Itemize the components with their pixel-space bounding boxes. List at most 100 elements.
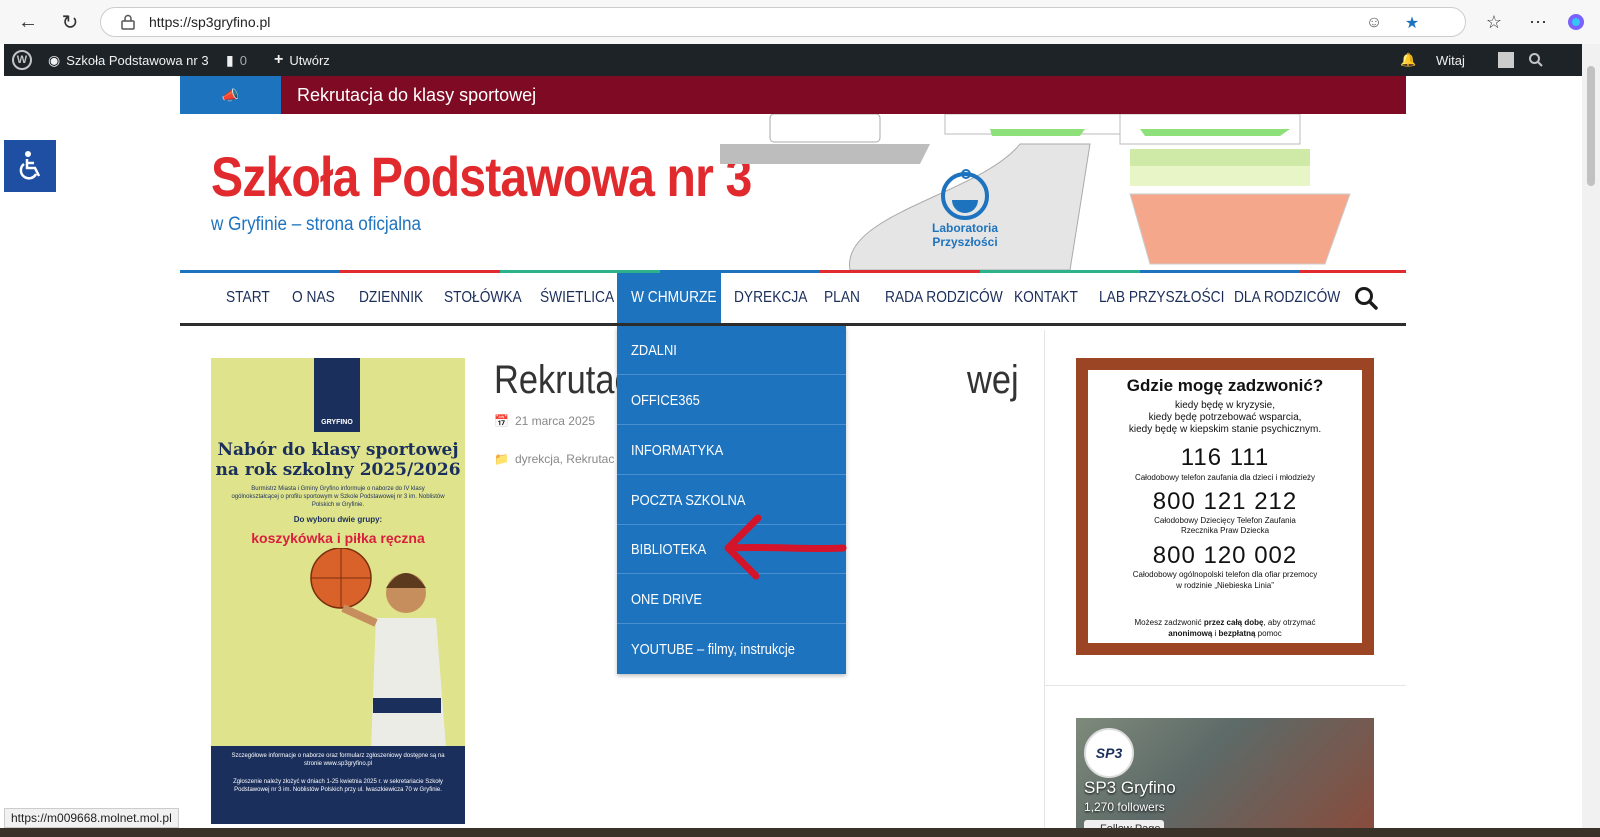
dropdown-item-informatyka[interactable]: INFORMATYKA	[617, 426, 846, 475]
reload-icon[interactable]: ↻	[56, 8, 84, 36]
helpline-footer-1: Możesz zadzwonić przez całą dobę, aby ot…	[1134, 618, 1316, 627]
dashboard-icon: ◉	[48, 51, 61, 68]
favorites-list-icon[interactable]: ☆	[1480, 8, 1508, 36]
poster-deadline: Zgłoszenie należy złożyć w dniach 1-25 k…	[233, 779, 443, 793]
main-navigation: START O NAS DZIENNIK STOŁÓWKA ŚWIETLICA …	[180, 270, 1406, 326]
nav-o-nas[interactable]: O NAS	[292, 273, 342, 323]
folder-icon: 📁	[494, 452, 509, 466]
os-taskbar	[0, 828, 1600, 837]
helpline-desc-2a: Całodobowy Dziecięcy Telefon Zaufania	[1154, 516, 1296, 525]
widget-divider	[1044, 685, 1406, 686]
account-menu[interactable]: Witaj	[1436, 44, 1465, 76]
nav-kontakt[interactable]: KONTAKT	[1014, 273, 1088, 323]
greeting-label: Witaj	[1436, 52, 1465, 68]
post-date: 📅 21 marca 2025	[494, 414, 595, 428]
facebook-widget[interactable]: SP3 SP3 Gryfino 1,270 followers Follow P…	[1076, 718, 1374, 837]
nav-start[interactable]: START	[226, 273, 277, 323]
helpline-number-1: 116 111	[1180, 444, 1270, 471]
facebook-followers: 1,270 followers	[1084, 800, 1165, 814]
comments-count: 0	[239, 52, 247, 68]
w-chmurze-dropdown: ZDALNI OFFICE365 INFORMATYKA POCZTA SZKO…	[617, 326, 846, 674]
nav-swietlica[interactable]: ŚWIETLICA	[540, 273, 626, 323]
helpline-number-2: 800 121 212	[1152, 488, 1298, 515]
helpline-footer-2: anonimową i bezpłatną pomoc	[1168, 629, 1282, 638]
lab-label-line1: Laboratoria	[932, 221, 998, 235]
nav-dziennik[interactable]: DZIENNIK	[359, 273, 434, 323]
gryfino-badge: GRYFINO	[314, 358, 360, 432]
red-arrow-annotation	[724, 514, 847, 580]
lock-icon	[121, 14, 135, 30]
helpline-sub3: kiedy będę w kiepskim stanie psychicznym…	[1128, 424, 1322, 435]
comment-icon: ▮	[226, 51, 234, 68]
scrollbar-thumb[interactable]	[1587, 66, 1595, 186]
site-title[interactable]: Szkoła Podstawowa nr 3	[211, 144, 752, 209]
poster-heading: Nabór do klasy sportowej na rok szkolny …	[215, 440, 461, 480]
page-scrollbar[interactable]	[1582, 44, 1600, 837]
post-date-text[interactable]: 21 marca 2025	[515, 414, 595, 428]
nav-dla-rodzicow[interactable]: DLA RODZICÓW	[1234, 273, 1358, 323]
nav-plan[interactable]: PLAN	[824, 273, 866, 323]
ticker-link[interactable]: Rekrutacja do klasy sportowej	[297, 85, 536, 106]
avatar[interactable]	[1498, 44, 1514, 76]
admin-search-icon[interactable]	[1528, 44, 1544, 76]
recruitment-poster[interactable]: GRYFINO Nabór do klasy sportowej na rok …	[211, 358, 465, 824]
comments-link[interactable]: ▮ 0	[226, 44, 247, 76]
site-description: w Gryfinie – strona oficjalna	[211, 214, 422, 235]
facebook-page-avatar[interactable]: SP3	[1084, 728, 1134, 778]
nav-stolowka[interactable]: STOŁÓWKA	[444, 273, 534, 323]
poster-footer: Szczegółowe informacje o naborze oraz fo…	[211, 746, 465, 824]
wordpress-logo-icon[interactable]: W	[12, 44, 32, 76]
poster-info: Szczegółowe informacje o naborze oraz fo…	[231, 753, 445, 767]
news-ticker: 📣 Rekrutacja do klasy sportowej	[180, 76, 1406, 114]
new-content-label: Utwórz	[289, 52, 330, 68]
new-content-link[interactable]: + Utwórz	[274, 44, 330, 76]
nav-lab-przyszlosci[interactable]: LAB PRZYSZŁOŚCI	[1099, 273, 1245, 323]
basketball-player-illustration	[310, 548, 446, 748]
lab-label-line2: Przyszłości	[932, 235, 997, 249]
helpline-desc-3a: Całodobowy ogólnopolski telefon dla ofia…	[1132, 570, 1318, 579]
dropdown-item-one-drive[interactable]: ONE DRIVE	[617, 575, 846, 624]
back-arrow-icon[interactable]: ←	[14, 8, 42, 36]
poster-sports: koszykówka i piłka ręczna	[251, 530, 425, 546]
nav-dyrekcja[interactable]: DYREKCJA	[734, 273, 819, 323]
poster-intro: Burmistrz Miasta i Gminy Gryfino informu…	[231, 486, 445, 508]
calendar-icon: 📅	[494, 414, 509, 428]
megaphone-icon: 📣	[180, 76, 281, 114]
site-header: Szkoła Podstawowa nr 3 w Gryfinie – stro…	[180, 114, 1406, 270]
helpline-sub2: kiedy będę potrzebować wsparcia,	[1148, 412, 1302, 423]
notification-bell-icon[interactable]: 🔔	[1400, 44, 1416, 76]
search-icon[interactable]	[1353, 285, 1379, 311]
admin-site-link[interactable]: ◉ Szkoła Podstawowa nr 3	[48, 44, 209, 76]
browser-toolbar: ← ↻ https://sp3gryfino.pl ☺ ★ ☆ ⋯	[0, 0, 1600, 44]
poster-choice: Do wyboru dwie grupy:	[293, 515, 383, 524]
post-title-left: Rekrutac	[494, 358, 632, 402]
helpline-number-3: 800 120 002	[1152, 542, 1298, 569]
post-categories: 📁 dyrekcja, Rekrutac	[494, 452, 614, 466]
accessibility-toggle[interactable]	[4, 140, 56, 192]
facebook-page-name[interactable]: SP3 Gryfino	[1084, 778, 1176, 798]
plus-icon: +	[274, 51, 284, 68]
helpline-title: Gdzie mogę zadzwonić?	[1126, 376, 1324, 395]
link-status-bar: https://m009668.molnet.mol.pl	[4, 808, 179, 828]
admin-site-name: Szkoła Podstawowa nr 3	[66, 52, 209, 68]
more-menu-icon[interactable]: ⋯	[1524, 8, 1552, 36]
wp-admin-bar: W ◉ Szkoła Podstawowa nr 3 ▮ 0 + Utwórz …	[4, 44, 1582, 76]
helpline-desc-1: Całodobowy telefon zaufania dla dzieci i…	[1134, 473, 1316, 482]
post-categories-text[interactable]: dyrekcja, Rekrutac	[515, 452, 614, 466]
favorite-star-icon[interactable]: ★	[1401, 12, 1423, 34]
helpline-sub1: kiedy będę w kryzysie,	[1174, 400, 1276, 411]
helpline-widget[interactable]: Gdzie mogę zadzwonić? kiedy będę w kryzy…	[1076, 358, 1374, 655]
url-text: https://sp3gryfino.pl	[149, 14, 271, 30]
address-bar[interactable]: https://sp3gryfino.pl ☺ ★	[100, 7, 1466, 37]
reader-mode-icon[interactable]: ☺	[1363, 12, 1385, 34]
lab-illustration: Laboratoria Przyszłości	[720, 114, 1351, 270]
dropdown-item-zdalni[interactable]: ZDALNI	[617, 326, 846, 375]
copilot-icon[interactable]	[1562, 8, 1590, 36]
helpline-desc-3b: w rodzinie „Niebieska Linia”	[1176, 581, 1274, 590]
wheelchair-icon	[19, 151, 41, 180]
sidebar-divider	[1044, 330, 1045, 837]
dropdown-item-office365[interactable]: OFFICE365	[617, 376, 846, 425]
dropdown-item-youtube[interactable]: YOUTUBE – filmy, instrukcje	[617, 625, 846, 674]
nav-w-chmurze[interactable]: W CHMURZE	[617, 273, 721, 323]
nav-rada-rodzicow[interactable]: RADA RODZICÓW	[885, 273, 1022, 323]
